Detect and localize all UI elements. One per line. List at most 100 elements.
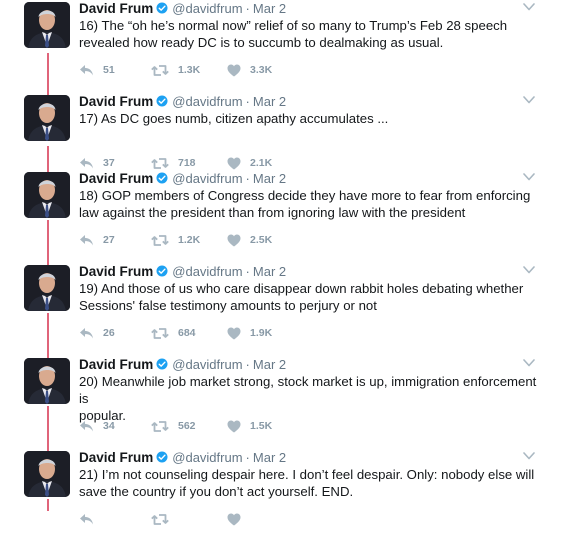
tweet-actions (79, 511, 379, 527)
chevron-down-icon[interactable] (523, 172, 535, 182)
tweet-date[interactable]: Mar 2 (253, 357, 286, 372)
tweet-text: 17) As DC goes numb, citizen apathy accu… (79, 111, 389, 126)
heart-icon (227, 327, 241, 339)
tweet-date[interactable]: Mar 2 (253, 94, 286, 109)
retweet-button[interactable]: 1.3K (151, 62, 200, 78)
tweet-text: 19) And those of us who care disappear d… (79, 281, 524, 313)
like-button[interactable]: 3.3K (227, 62, 272, 78)
like-button[interactable] (227, 511, 250, 527)
reply-button[interactable]: 26 (79, 325, 115, 341)
reply-count: 27 (103, 234, 115, 246)
retweet-button[interactable] (151, 511, 178, 527)
heart-icon (227, 513, 241, 525)
author-handle[interactable]: @davidfrum (172, 357, 242, 372)
author-name[interactable]: David Frum (79, 264, 153, 279)
like-count: 2.5K (250, 234, 273, 246)
tweet-text: 16) The “oh he’s normal now” relief of s… (79, 18, 508, 50)
chevron-down-icon[interactable] (523, 2, 535, 12)
retweet-count: 1.2K (178, 234, 201, 246)
avatar[interactable] (24, 172, 70, 218)
retweet-button[interactable]: 1.2K (151, 232, 200, 248)
tweet-header: David Frum @davidfrum · Mar 2 (79, 356, 286, 374)
chevron-down-icon[interactable] (523, 451, 535, 461)
avatar[interactable] (24, 2, 70, 48)
author-name[interactable]: David Frum (79, 94, 153, 109)
tweet-date[interactable]: Mar 2 (253, 264, 286, 279)
tweet-actions: 37 718 2.1K (79, 155, 379, 171)
tweet-date[interactable]: Mar 2 (253, 1, 286, 16)
tweet-header: David Frum @davidfrum · Mar 2 (79, 170, 286, 188)
retweet-icon (151, 420, 169, 432)
tweet-header: David Frum @davidfrum · Mar 2 (79, 449, 286, 467)
separator-dot: · (245, 264, 250, 279)
tweet-text: 20) Meanwhile job market strong, stock m… (79, 374, 537, 423)
tweet-header: David Frum @davidfrum · Mar 2 (79, 93, 286, 111)
verified-badge-icon (156, 95, 168, 107)
like-button[interactable]: 2.5K (227, 232, 272, 248)
author-name[interactable]: David Frum (79, 1, 153, 16)
like-count: 2.1K (250, 157, 273, 169)
avatar[interactable] (24, 451, 70, 497)
tweet[interactable]: David Frum @davidfrum · Mar 2 21) I’m not c… (0, 449, 565, 539)
verified-badge-icon (156, 451, 168, 463)
separator-dot: · (245, 171, 250, 186)
reply-count: 37 (103, 157, 115, 169)
like-button[interactable]: 1.5K (227, 418, 272, 434)
retweet-count: 718 (178, 157, 196, 169)
tweet[interactable]: David Frum @davidfrum · Mar 2 19) And those… (0, 263, 565, 353)
heart-icon (227, 157, 241, 169)
tweet[interactable]: David Frum @davidfrum · Mar 2 16) The “oh h… (0, 0, 565, 90)
chevron-down-icon[interactable] (523, 95, 535, 105)
tweet-actions: 51 1.3K 3.3K (79, 62, 379, 78)
reply-button[interactable]: 27 (79, 232, 115, 248)
author-name[interactable]: David Frum (79, 450, 153, 465)
tweet-header: David Frum @davidfrum · Mar 2 (79, 263, 286, 281)
author-name[interactable]: David Frum (79, 357, 153, 372)
author-handle[interactable]: @davidfrum (172, 264, 242, 279)
like-button[interactable]: 2.1K (227, 155, 272, 171)
reply-button[interactable] (79, 511, 103, 527)
reply-button[interactable]: 37 (79, 155, 115, 171)
reply-icon (80, 513, 93, 524)
reply-button[interactable]: 34 (79, 418, 115, 434)
separator-dot: · (245, 1, 250, 16)
tweet-header: David Frum @davidfrum · Mar 2 (79, 0, 286, 18)
tweet[interactable]: David Frum @davidfrum · Mar 2 18) GOP membe… (0, 170, 565, 260)
author-handle[interactable]: @davidfrum (172, 171, 242, 186)
retweet-icon (151, 64, 169, 76)
author-name[interactable]: David Frum (79, 171, 153, 186)
like-button[interactable]: 1.9K (227, 325, 272, 341)
tweet-actions: 27 1.2K 2.5K (79, 232, 379, 248)
retweet-count: 562 (178, 420, 196, 432)
avatar[interactable] (24, 265, 70, 311)
avatar[interactable] (24, 95, 70, 141)
author-handle[interactable]: @davidfrum (172, 94, 242, 109)
retweet-button[interactable]: 684 (151, 325, 196, 341)
tweet-text: 18) GOP members of Congress decide they … (79, 188, 531, 220)
reply-button[interactable]: 51 (79, 62, 115, 78)
reply-count: 34 (103, 420, 115, 432)
heart-icon (227, 64, 241, 76)
tweet-date[interactable]: Mar 2 (253, 171, 286, 186)
author-handle[interactable]: @davidfrum (172, 1, 242, 16)
retweet-button[interactable]: 718 (151, 155, 196, 171)
tweet[interactable]: David Frum @davidfrum · Mar 2 20) Meanwhile… (0, 356, 565, 446)
author-handle[interactable]: @davidfrum (172, 450, 242, 465)
avatar[interactable] (24, 358, 70, 404)
verified-badge-icon (156, 172, 168, 184)
tweet-actions: 26 684 1.9K (79, 325, 379, 341)
retweet-count: 1.3K (178, 64, 201, 76)
reply-count: 26 (103, 327, 115, 339)
like-count: 3.3K (250, 64, 273, 76)
chevron-down-icon[interactable] (523, 358, 535, 368)
tweet-date[interactable]: Mar 2 (253, 450, 286, 465)
separator-dot: · (245, 357, 250, 372)
separator-dot: · (245, 94, 250, 109)
verified-badge-icon (156, 265, 168, 277)
retweet-button[interactable]: 562 (151, 418, 196, 434)
chevron-down-icon[interactable] (523, 265, 535, 275)
retweet-icon (151, 513, 169, 525)
tweet-actions: 34 562 1.5K (79, 418, 379, 434)
retweet-icon (151, 327, 169, 339)
retweet-count: 684 (178, 327, 196, 339)
